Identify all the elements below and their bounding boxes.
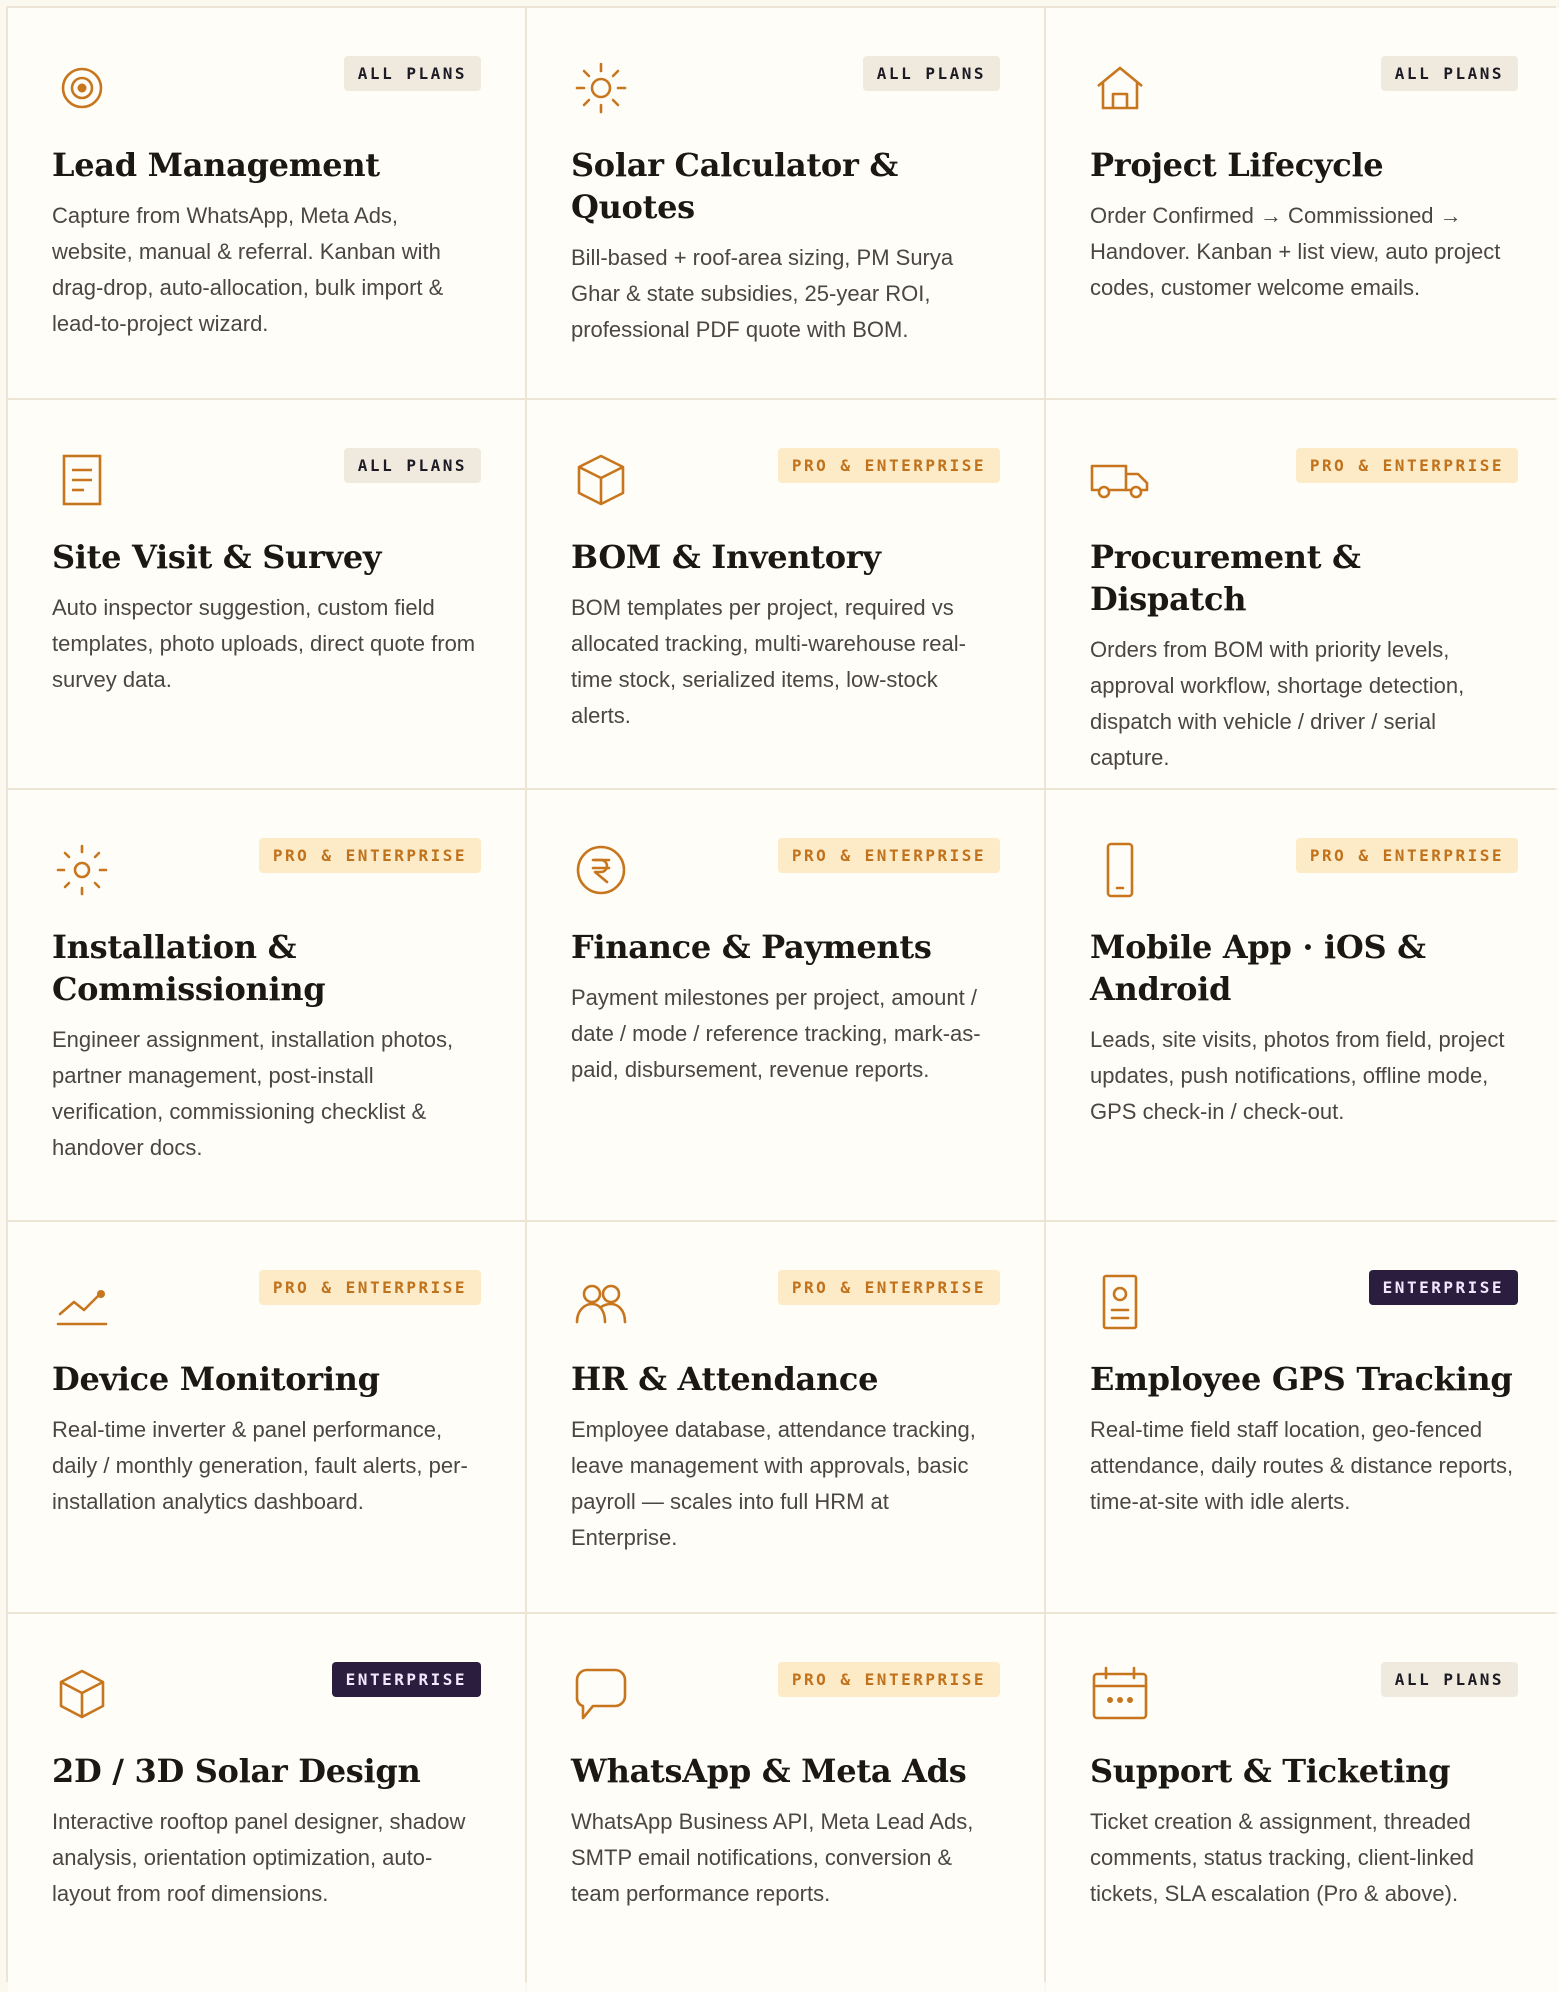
cube-icon [52, 1664, 112, 1724]
plan-badge: PRO & ENTERPRISE [777, 1662, 1000, 1697]
target-icon [52, 58, 112, 118]
feature-card-project-lifecycle: ALL PLANS Project Lifecycle Order Confir… [1046, 8, 1559, 398]
plan-badge: ENTERPRISE [1368, 1270, 1518, 1305]
plan-badge: PRO & ENTERPRISE [777, 838, 1000, 873]
feature-card-gps-tracking: ENTERPRISE Employee GPS Tracking Real-ti… [1046, 1222, 1559, 1612]
card-title: Mobile App · iOS & Android [1090, 928, 1426, 1008]
plan-badge: ALL PLANS [343, 56, 481, 91]
card-description: WhatsApp Business API, Meta Lead Ads, SM… [571, 1809, 974, 1906]
plan-badge: ALL PLANS [1380, 56, 1518, 91]
rupee-coin-icon [571, 840, 631, 900]
card-title: Procurement & Dispatch [1090, 538, 1361, 618]
feature-card-solar-calculator: ALL PLANS Solar Calculator & Quotes Bill… [527, 8, 1044, 398]
plan-badge: ALL PLANS [862, 56, 1000, 91]
card-description: Engineer assignment, installation photos… [52, 1027, 454, 1160]
card-title: 2D / 3D Solar Design [52, 1752, 421, 1790]
card-title: Project Lifecycle [1090, 146, 1384, 184]
plan-badge: PRO & ENTERPRISE [258, 1270, 481, 1305]
card-description: Interactive rooftop panel designer, shad… [52, 1809, 466, 1906]
card-description: Ticket creation & assignment, threaded c… [1090, 1809, 1474, 1906]
id-badge-icon [1090, 1272, 1150, 1332]
sun-rays-icon [52, 840, 112, 900]
feature-card-mobile-app: PRO & ENTERPRISE Mobile App · iOS & Andr… [1046, 790, 1559, 1220]
feature-card-bom-inventory: PRO & ENTERPRISE BOM & Inventory BOM tem… [527, 400, 1044, 788]
feature-card-lead-management: ALL PLANS Lead Management Capture from W… [8, 8, 525, 398]
card-description: Leads, site visits, photos from field, p… [1090, 1027, 1505, 1124]
document-icon [52, 450, 112, 510]
feature-card-device-monitoring: PRO & ENTERPRISE Device Monitoring Real-… [8, 1222, 525, 1612]
sun-icon [571, 58, 631, 118]
plan-badge: ALL PLANS [1380, 1662, 1518, 1697]
plan-badge: PRO & ENTERPRISE [777, 448, 1000, 483]
card-description: Real-time field staff location, geo-fenc… [1090, 1417, 1514, 1514]
feature-card-whatsapp: PRO & ENTERPRISE WhatsApp & Meta Ads Wha… [527, 1614, 1044, 1992]
plan-badge: ENTERPRISE [331, 1662, 481, 1697]
card-description: BOM templates per project, required vs a… [571, 595, 966, 728]
card-description: Order Confirmed → Commissioned → Handove… [1090, 203, 1501, 300]
card-description: Payment milestones per project, amount /… [571, 985, 981, 1082]
users-icon [571, 1272, 631, 1332]
box-icon [571, 450, 631, 510]
card-title: Installation & Commissioning [52, 928, 326, 1008]
trend-chart-icon [52, 1272, 112, 1332]
truck-icon [1090, 450, 1150, 510]
card-description: Capture from WhatsApp, Meta Ads, website… [52, 203, 444, 336]
feature-card-procurement: PRO & ENTERPRISE Procurement & Dispatch … [1046, 400, 1559, 788]
card-title: Solar Calculator & Quotes [571, 146, 898, 226]
card-description: Employee database, attendance tracking, … [571, 1417, 976, 1550]
card-title: Lead Management [52, 146, 380, 184]
feature-card-site-visit: ALL PLANS Site Visit & Survey Auto inspe… [8, 400, 525, 788]
card-title: Site Visit & Survey [52, 538, 382, 576]
house-icon [1090, 58, 1150, 118]
card-description: Orders from BOM with priority levels, ap… [1090, 637, 1465, 770]
feature-card-installation: PRO & ENTERPRISE Installation & Commissi… [8, 790, 525, 1220]
card-title: Support & Ticketing [1090, 1752, 1451, 1790]
card-title: BOM & Inventory [571, 538, 881, 576]
plan-badge: PRO & ENTERPRISE [258, 838, 481, 873]
card-description: Auto inspector suggestion, custom field … [52, 595, 476, 692]
feature-card-support: ALL PLANS Support & Ticketing Ticket cre… [1046, 1614, 1559, 1992]
card-title: Finance & Payments [571, 928, 932, 966]
calendar-icon [1090, 1664, 1150, 1724]
plan-badge: PRO & ENTERPRISE [1295, 448, 1518, 483]
feature-card-solar-design: ENTERPRISE 2D / 3D Solar Design Interact… [8, 1614, 525, 1992]
card-title: WhatsApp & Meta Ads [571, 1752, 967, 1790]
card-description: Bill-based + roof-area sizing, PM Surya … [571, 245, 954, 342]
feature-card-hr-attendance: PRO & ENTERPRISE HR & Attendance Employe… [527, 1222, 1044, 1612]
feature-card-finance: PRO & ENTERPRISE Finance & Payments Paym… [527, 790, 1044, 1220]
chat-bubble-icon [571, 1664, 631, 1724]
phone-icon [1090, 840, 1150, 900]
feature-grid: ALL PLANS Lead Management Capture from W… [6, 6, 1559, 1992]
plan-badge: PRO & ENTERPRISE [1295, 838, 1518, 873]
card-title: HR & Attendance [571, 1360, 879, 1398]
card-description: Real-time inverter & panel performance, … [52, 1417, 468, 1514]
plan-badge: PRO & ENTERPRISE [777, 1270, 1000, 1305]
plan-badge: ALL PLANS [343, 448, 481, 483]
card-title: Employee GPS Tracking [1090, 1360, 1513, 1398]
card-title: Device Monitoring [52, 1360, 380, 1398]
